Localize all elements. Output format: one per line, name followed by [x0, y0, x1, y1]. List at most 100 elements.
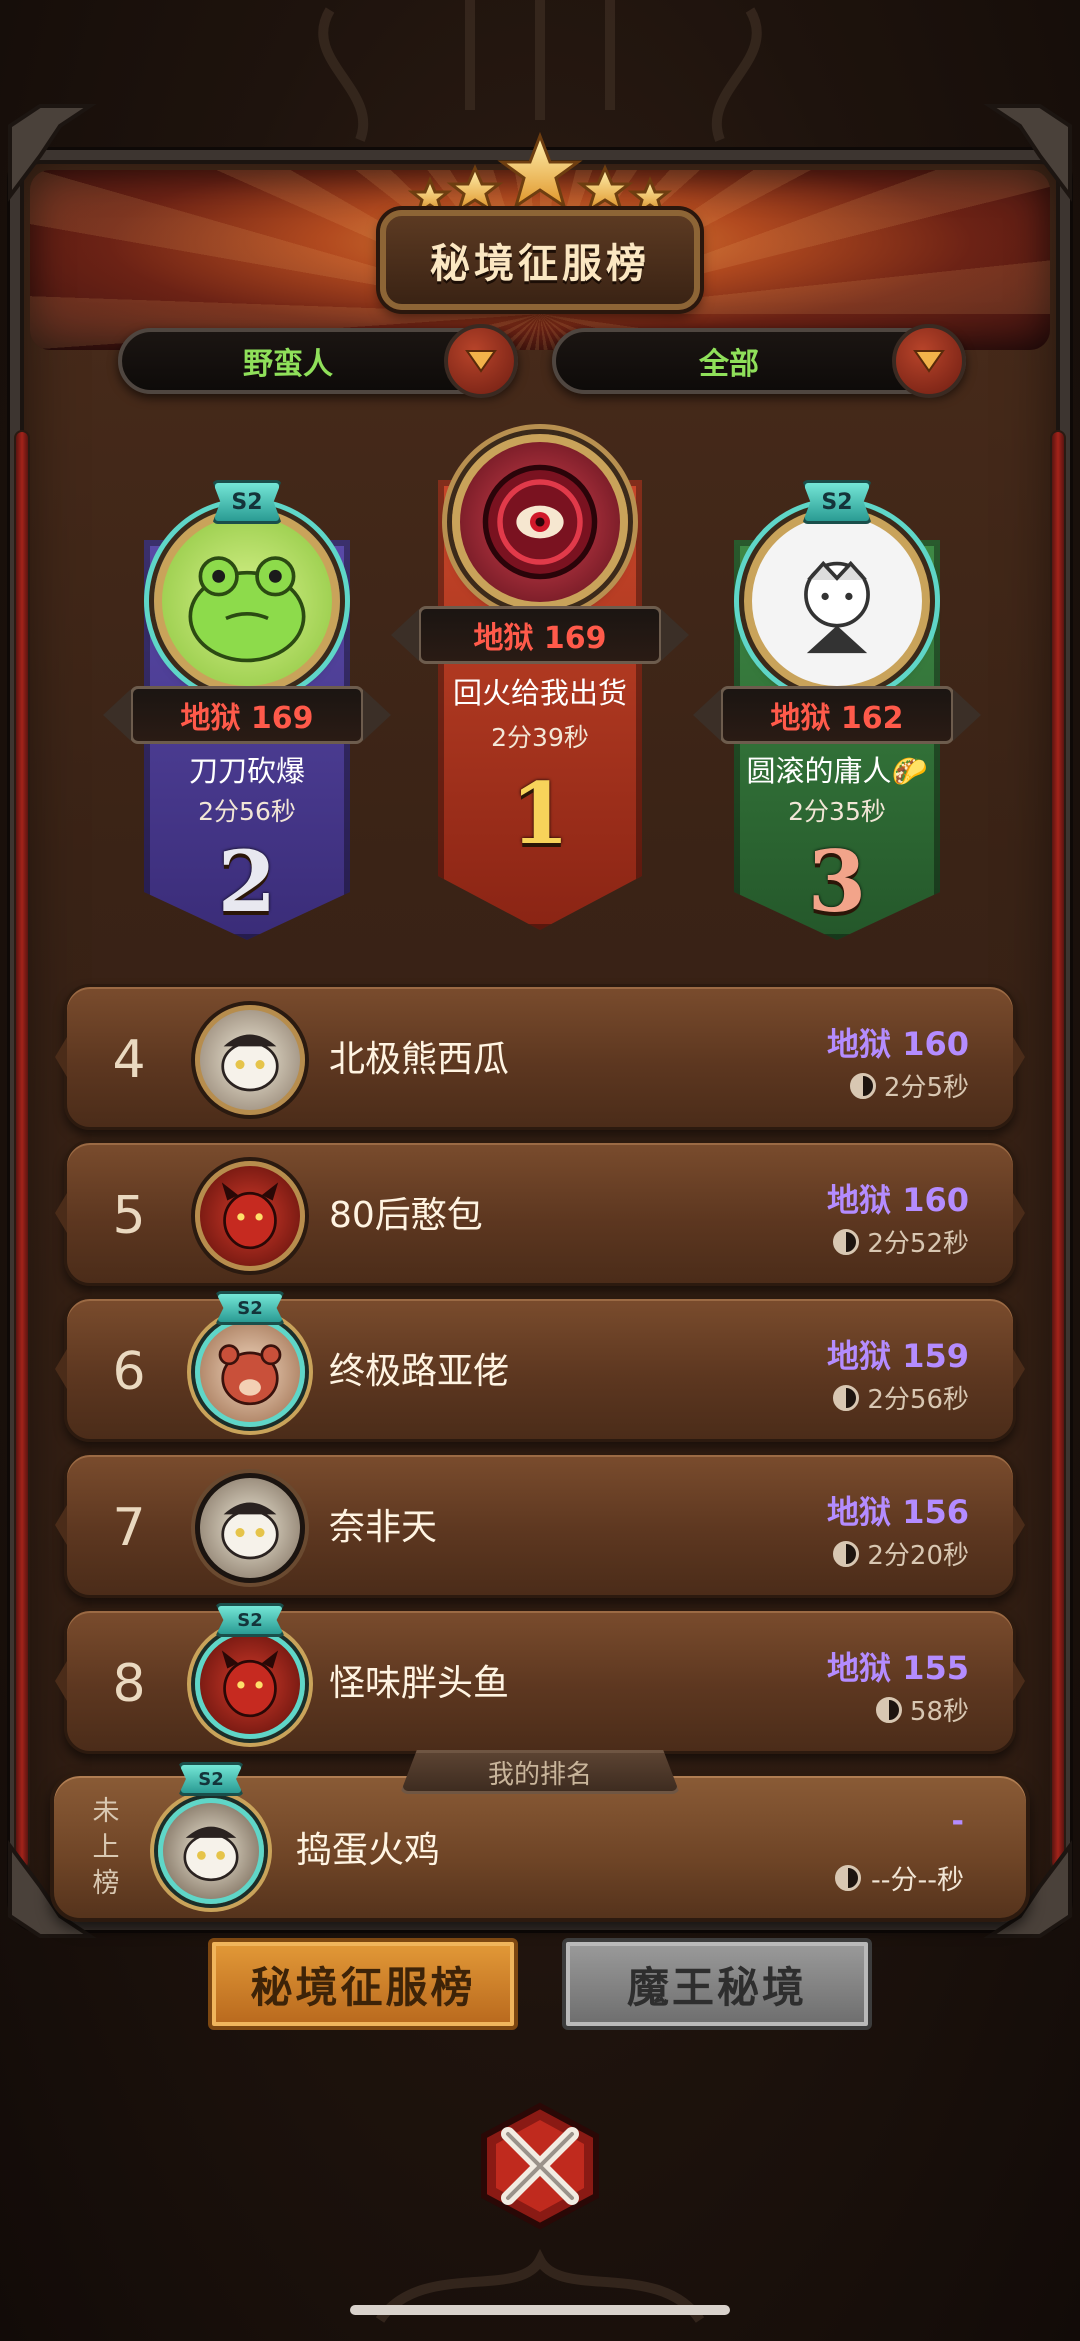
chevron-down-icon	[913, 350, 945, 373]
podium-first-place: 1	[510, 764, 570, 863]
clear-time-value: 2分20秒	[867, 1541, 969, 1571]
unranked-status: 未上榜	[92, 1796, 120, 1899]
avatar	[195, 1005, 305, 1115]
podium-second-time: 2分56秒	[198, 797, 296, 826]
podium-third-level: 地狱 162	[770, 701, 904, 736]
avatar	[195, 1317, 305, 1427]
podium-first-time: 2分39秒	[491, 723, 589, 752]
player-name: 怪味胖头鱼	[329, 1663, 510, 1704]
sheep-icon	[183, 1826, 239, 1882]
table-row[interactable]: 7 奈非天 地狱 156 2分20秒	[64, 1452, 1016, 1598]
player-name: 北极熊西瓜	[329, 1039, 510, 1080]
table-row[interactable]: 5 80后憨包 地狱 160 2分52秒	[64, 1140, 1016, 1286]
podium-first[interactable]: 地狱 169 回火给我出货 2分39秒 1	[418, 420, 662, 930]
class-filter-label: 野蛮人	[243, 347, 333, 382]
clock-icon	[849, 1072, 876, 1099]
podium-second-place: 2	[217, 832, 277, 931]
season-badge: S2	[802, 480, 872, 524]
avatar	[195, 1161, 305, 1271]
chevron-down-icon	[465, 350, 497, 373]
avatar	[158, 1798, 264, 1904]
level-text: 地狱 160	[827, 1025, 969, 1063]
podium-first-avatar	[452, 434, 628, 610]
podium-second[interactable]: S2 地狱 169 刀刀砍爆 2分56秒 2	[130, 470, 364, 940]
podium-third-avatar	[744, 508, 930, 694]
season-badge: S2	[215, 1291, 285, 1325]
player-name: 捣蛋火鸡	[296, 1830, 441, 1871]
season-badge: S2	[215, 1603, 285, 1637]
podium-third-place: 3	[807, 832, 867, 931]
title-plate: 秘境征服榜	[380, 210, 700, 310]
player-name: 终极路亚佬	[329, 1351, 510, 1392]
table-row[interactable]: 6 S2 终极路亚佬 地狱 159 2分56秒	[64, 1291, 1016, 1442]
clear-time-value: 58秒	[909, 1697, 969, 1727]
clock-icon	[833, 1540, 860, 1567]
podium-second-avatar	[154, 508, 340, 694]
frame-rail-left	[14, 430, 30, 1870]
rank-number: 7	[112, 1498, 146, 1558]
podium-first-level: 地狱 169	[473, 621, 607, 656]
clear-time-value: --分--秒	[871, 1865, 964, 1896]
red-demon-icon	[221, 1650, 279, 1718]
red-eye-icon	[482, 464, 598, 580]
podium-third-level-plate: 地狱 162	[720, 686, 954, 744]
level-text: 地狱 155	[827, 1649, 969, 1687]
rank-number: 8	[112, 1654, 146, 1714]
clock-icon	[835, 1864, 862, 1891]
rank-number: 6	[112, 1342, 146, 1402]
clock-icon	[875, 1696, 902, 1723]
close-icon	[481, 2102, 599, 2230]
scope-filter-label: 全部	[699, 347, 759, 382]
class-filter-dropdown[interactable]: 野蛮人	[118, 324, 518, 398]
level-text: 地狱 156	[827, 1493, 969, 1531]
avatar	[195, 1473, 305, 1583]
rank-number: 4	[112, 1030, 146, 1090]
frame-rail-right	[1050, 430, 1066, 1870]
sketch-face-icon	[804, 560, 870, 654]
clear-time: 2分20秒	[833, 1535, 969, 1572]
avatar	[195, 1629, 305, 1739]
clear-time: 2分56秒	[833, 1379, 969, 1416]
level-text: -	[951, 1804, 964, 1839]
level-text: 地狱 160	[827, 1181, 969, 1219]
my-rank-tab: 我的排名	[400, 1750, 680, 1794]
podium-third[interactable]: S2 地狱 162 圆滚的庸人🌮 2分35秒 3	[720, 470, 954, 940]
clear-time: 2分5秒	[849, 1067, 969, 1104]
player-name: 奈非天	[329, 1507, 438, 1548]
clear-time: --分--秒	[835, 1858, 964, 1897]
five-stars-icon	[407, 131, 673, 217]
clear-time-value: 2分56秒	[867, 1385, 969, 1415]
podium-third-time: 2分35秒	[788, 797, 886, 826]
clear-time: 58秒	[875, 1691, 969, 1728]
table-row[interactable]: 8 S2 怪味胖头鱼 地狱 155 58秒	[64, 1603, 1016, 1754]
tab-conquest-leaderboard[interactable]: 秘境征服榜	[208, 1938, 518, 2030]
level-text: 地狱 159	[827, 1337, 969, 1375]
clear-time-value: 2分5秒	[883, 1073, 969, 1103]
podium-second-name: 刀刀砍爆	[188, 754, 305, 788]
podium-second-level-plate: 地狱 169	[130, 686, 364, 744]
player-name: 80后憨包	[329, 1195, 483, 1236]
table-row[interactable]: 4 北极熊西瓜 地狱 160 2分5秒	[64, 984, 1016, 1130]
bear-icon	[218, 1344, 282, 1406]
podium-second-level: 地狱 169	[180, 701, 314, 736]
class-filter-arrow[interactable]	[444, 324, 518, 398]
clock-icon	[833, 1384, 860, 1411]
scope-filter-dropdown[interactable]: 全部	[552, 324, 966, 398]
frog-icon	[188, 556, 306, 663]
tab-demon-king-dungeon[interactable]: 魔王秘境	[562, 1938, 872, 2030]
rank-number: 5	[112, 1186, 146, 1246]
scope-filter-arrow[interactable]	[892, 324, 966, 398]
podium-third-name: 圆滚的庸人🌮	[746, 754, 928, 788]
clear-time: 2分52秒	[833, 1223, 969, 1260]
close-button[interactable]	[470, 2096, 610, 2236]
home-indicator[interactable]	[350, 2305, 730, 2315]
red-demon-icon	[221, 1182, 279, 1250]
clock-icon	[833, 1228, 860, 1255]
my-rank-card[interactable]: 未上榜 S2 捣蛋火鸡 - --分--秒	[50, 1762, 1030, 1922]
sheep-icon	[221, 1502, 279, 1560]
season-badge: S2	[178, 1762, 244, 1796]
podium-first-name: 回火给我出货	[452, 676, 627, 710]
clear-time-value: 2分52秒	[867, 1229, 969, 1259]
page-title: 秘境征服榜	[430, 241, 650, 287]
sheep-icon	[221, 1034, 279, 1092]
